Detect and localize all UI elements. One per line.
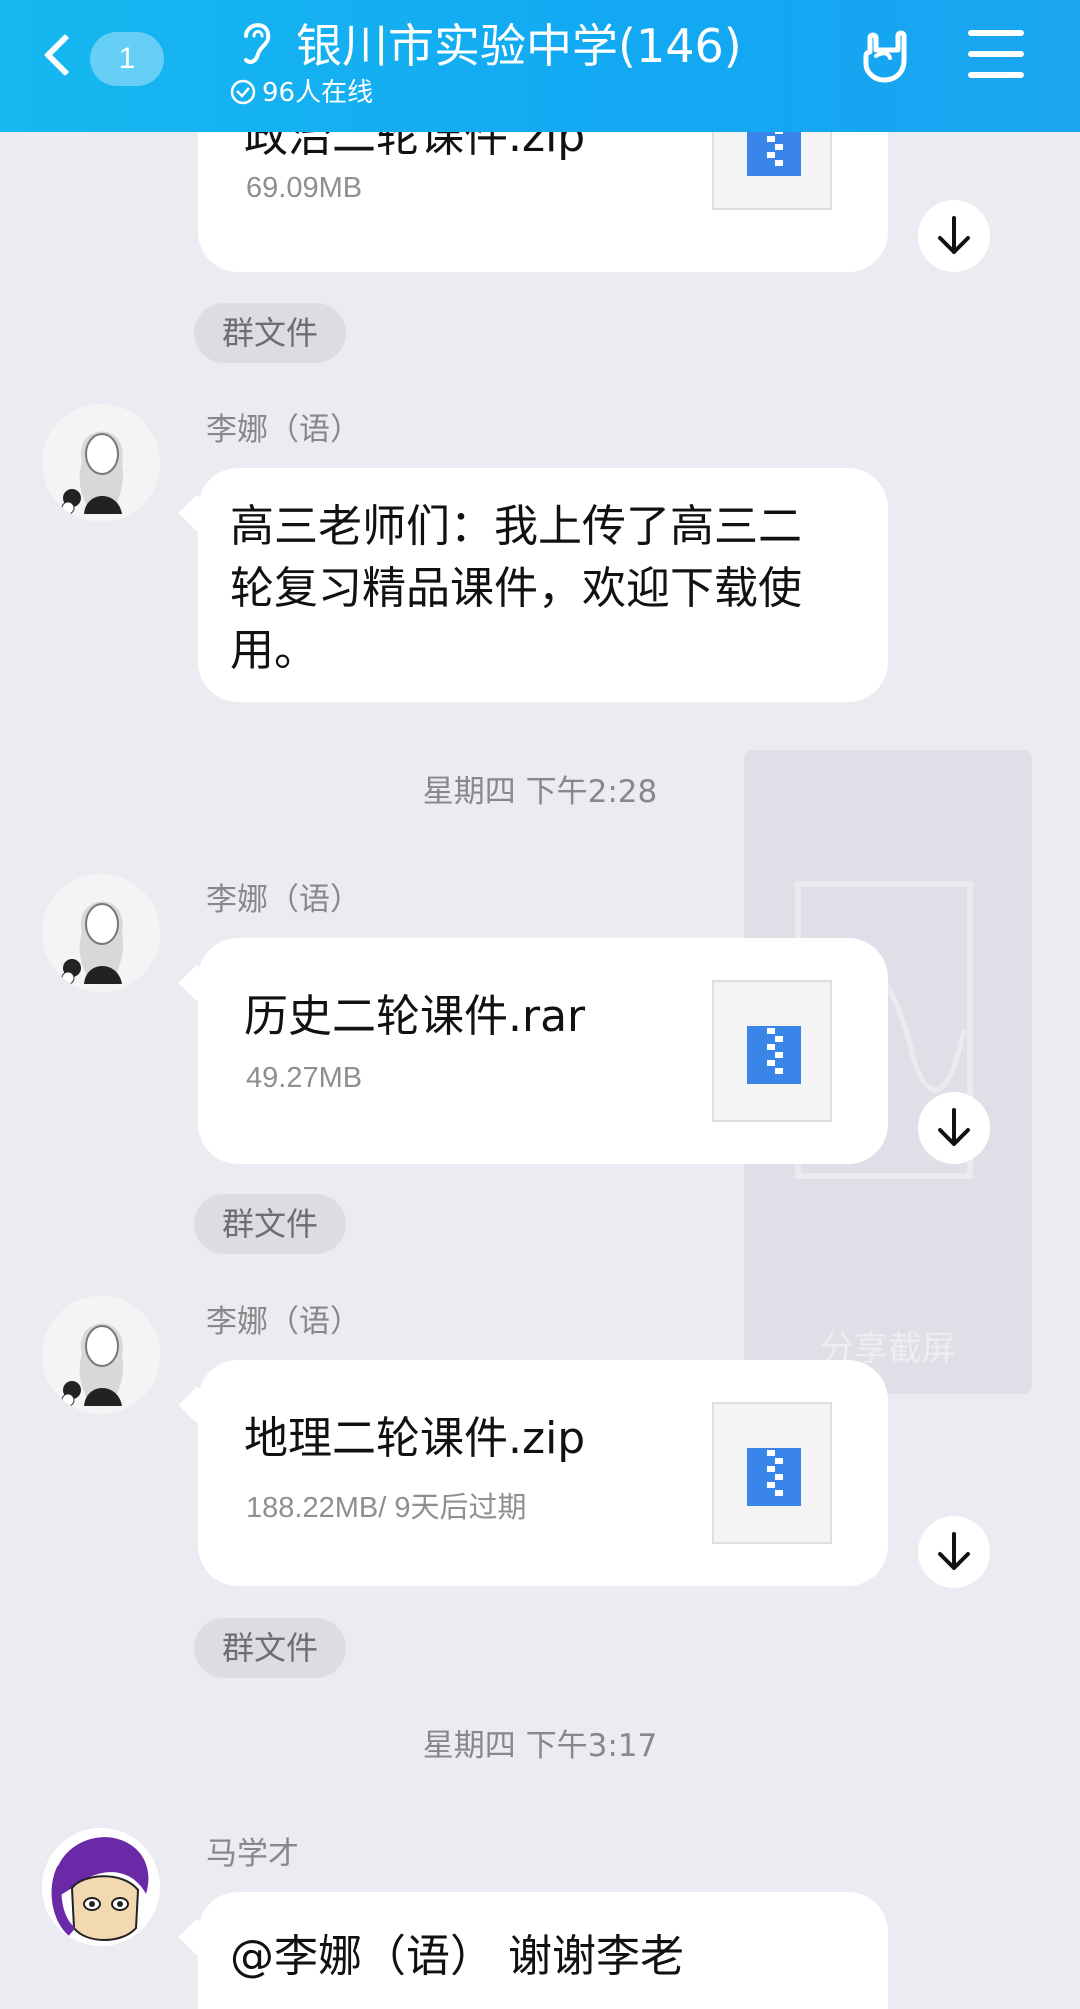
- zip-file-icon: [747, 1448, 801, 1506]
- file-message[interactable]: 历史二轮课件.rar 49.27MB: [198, 938, 888, 1164]
- message-text: @李娜（语） 谢谢李老: [230, 1931, 684, 1982]
- group-file-tag: 群文件: [194, 1618, 346, 1678]
- sender-name: 李娜（语）: [206, 882, 361, 918]
- online-check-icon: [230, 79, 256, 105]
- text-message[interactable]: @李娜（语） 谢谢李老: [198, 1892, 888, 2009]
- back-chevron-icon: [43, 33, 87, 77]
- download-arrow-icon: [938, 1108, 970, 1146]
- avatar-illustration-icon: [42, 1296, 160, 1414]
- group-file-tag: 群文件: [194, 1194, 346, 1254]
- group-file-tag: 群文件: [194, 303, 346, 363]
- ear-icon: [244, 23, 271, 64]
- download-button[interactable]: [918, 1516, 990, 1588]
- menu-icon[interactable]: [968, 30, 1024, 80]
- rock-hand-icon[interactable]: [858, 26, 920, 88]
- file-name: 历史二轮课件.rar: [244, 991, 586, 1042]
- zip-file-icon: [747, 1026, 801, 1084]
- avatar[interactable]: [42, 1828, 160, 1946]
- download-button[interactable]: [918, 200, 990, 272]
- chat-header: 1 银川市实验中学(146) 96人在线: [0, 0, 1080, 132]
- online-status: 96人在线: [230, 72, 373, 112]
- file-thumbnail: [712, 980, 832, 1122]
- file-size: 49.27MB: [246, 1062, 363, 1094]
- file-message[interactable]: 地理二轮课件.zip 188.22MB/ 9天后过期: [198, 1360, 888, 1586]
- avatar[interactable]: [42, 874, 160, 992]
- file-size-expiry: 188.22MB/ 9天后过期: [246, 1492, 527, 1524]
- download-arrow-icon: [938, 216, 970, 254]
- avatar-illustration-icon: [42, 874, 160, 992]
- download-button[interactable]: [918, 1092, 990, 1164]
- cartoon-avatar-icon: [42, 1828, 160, 1946]
- timestamp: 星期四 下午3:17: [422, 1728, 658, 1764]
- file-thumbnail: [712, 1402, 832, 1544]
- online-count: 96人在线: [262, 78, 374, 108]
- unread-count-badge: 1: [90, 32, 164, 86]
- message-text: 高三老师们：我上传了高三二轮复习精品课件，欢迎下载使用。: [230, 501, 802, 676]
- sender-name: 李娜（语）: [206, 412, 361, 448]
- file-size: 69.09MB: [246, 172, 363, 204]
- avatar[interactable]: [42, 404, 160, 522]
- back-button[interactable]: 1: [42, 26, 172, 96]
- text-message[interactable]: 高三老师们：我上传了高三二轮复习精品课件，欢迎下载使用。: [198, 468, 888, 702]
- group-title: 银川市实验中学(146): [296, 19, 742, 73]
- sender-name: 马学才: [206, 1836, 299, 1872]
- file-name: 地理二轮课件.zip: [244, 1413, 586, 1464]
- download-arrow-icon: [938, 1532, 970, 1570]
- sender-name: 李娜（语）: [206, 1304, 361, 1340]
- avatar[interactable]: [42, 1296, 160, 1414]
- timestamp: 星期四 下午2:28: [422, 774, 658, 810]
- avatar-illustration-icon: [42, 404, 160, 522]
